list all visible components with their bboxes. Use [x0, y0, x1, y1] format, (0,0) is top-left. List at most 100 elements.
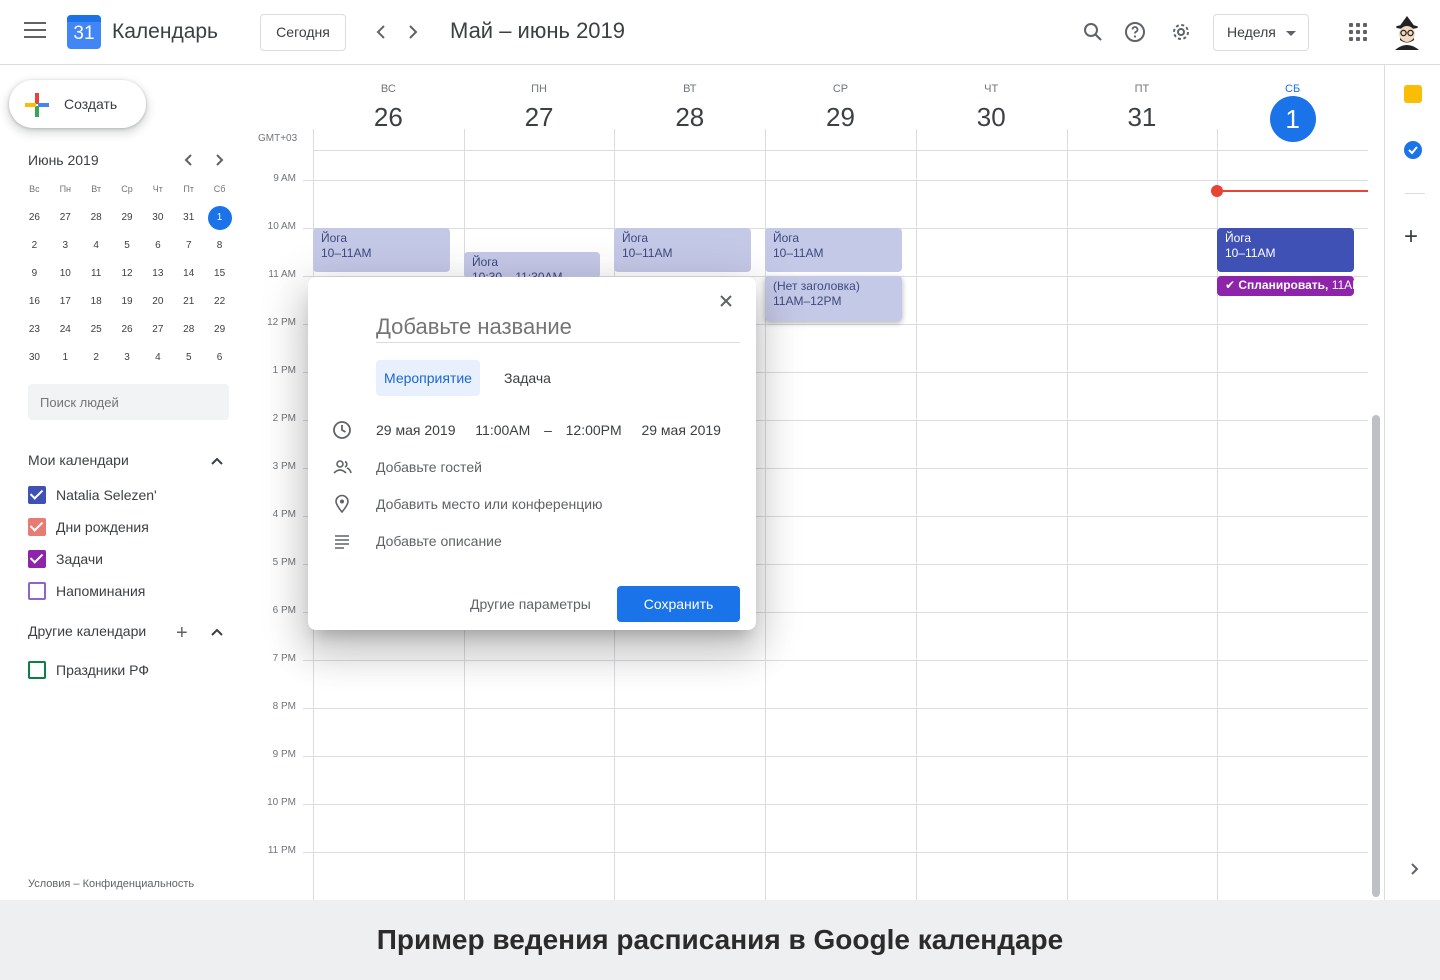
mini-calendar-day[interactable]: 14 — [173, 262, 204, 290]
end-date[interactable]: 29 мая 2019 — [641, 422, 721, 438]
apps-icon[interactable] — [1349, 23, 1367, 41]
mini-calendar-day-number: 28 — [183, 324, 195, 335]
search-icon[interactable] — [1081, 20, 1105, 44]
mini-calendar-day[interactable]: 22 — [204, 290, 235, 318]
people-search-input[interactable] — [28, 384, 229, 420]
mini-calendar-day[interactable]: 5 — [173, 346, 204, 374]
more-options-button[interactable]: Другие параметры — [460, 586, 601, 622]
calendar-label: Дни рождения — [56, 519, 149, 535]
event-yoga-sat[interactable]: Йога 10–11AM — [1217, 228, 1354, 272]
tab-task[interactable]: Задача — [496, 360, 559, 396]
mini-calendar-day[interactable]: 4 — [142, 346, 173, 374]
mini-calendar-day[interactable]: 11 — [81, 262, 112, 290]
mini-calendar-day[interactable]: 25 — [81, 318, 112, 346]
tab-event[interactable]: Мероприятие — [376, 360, 480, 396]
date-time-row[interactable]: 29 мая 2019 11:00AM – 12:00PM 29 мая 201… — [376, 422, 721, 438]
event-yoga-tue[interactable]: Йога 10–11AM — [614, 228, 751, 272]
mini-calendar-day[interactable]: 23 — [19, 318, 50, 346]
mini-calendar-day[interactable]: 2 — [19, 234, 50, 262]
mini-calendar-day[interactable]: 5 — [112, 234, 143, 262]
grid-scrollbar[interactable] — [1372, 415, 1380, 897]
add-description-field[interactable]: Добавьте описание — [376, 533, 502, 549]
event-yoga-sun[interactable]: Йога 10–11AM — [313, 228, 450, 272]
avatar[interactable] — [1391, 14, 1423, 50]
mini-calendar-day[interactable]: 12 — [112, 262, 143, 290]
mini-calendar-day[interactable]: 30 — [142, 206, 173, 234]
start-date[interactable]: 29 мая 2019 — [376, 422, 456, 438]
mini-calendar-day[interactable]: 8 — [204, 234, 235, 262]
mini-calendar-day[interactable]: 28 — [81, 206, 112, 234]
mini-next-button[interactable] — [209, 150, 229, 175]
mini-calendar-day[interactable]: 1 — [204, 206, 235, 234]
add-guests-field[interactable]: Добавьте гостей — [376, 459, 482, 475]
view-dropdown[interactable]: Неделя — [1213, 14, 1309, 51]
help-icon[interactable] — [1123, 20, 1147, 44]
save-button[interactable]: Сохранить — [617, 586, 740, 622]
mini-calendar-day[interactable]: 3 — [112, 346, 143, 374]
mini-calendar-day[interactable]: 27 — [142, 318, 173, 346]
add-location-field[interactable]: Добавить место или конференцию — [376, 496, 603, 512]
menu-icon[interactable] — [24, 22, 46, 42]
mini-calendar-day-number: 29 — [214, 324, 226, 335]
mini-calendar-day[interactable]: 31 — [173, 206, 204, 234]
calendar-checkbox[interactable] — [28, 486, 46, 504]
mini-calendar-day[interactable]: 26 — [112, 318, 143, 346]
other-calendars-title[interactable]: Другие календари — [28, 623, 146, 639]
calendar-checkbox[interactable] — [28, 582, 46, 600]
calendar-checkbox[interactable] — [28, 661, 46, 679]
mini-calendar-day[interactable]: 16 — [19, 290, 50, 318]
my-calendars-title[interactable]: Мои календари — [28, 452, 129, 468]
mini-calendar-day[interactable]: 18 — [81, 290, 112, 318]
mini-calendar-day[interactable]: 1 — [50, 346, 81, 374]
create-button[interactable]: Создать — [9, 80, 146, 128]
mini-calendar-day[interactable]: 29 — [112, 206, 143, 234]
next-week-button[interactable] — [401, 20, 425, 44]
mini-calendar-day[interactable]: 29 — [204, 318, 235, 346]
keep-icon[interactable] — [1404, 85, 1422, 103]
mini-calendar-day[interactable]: 17 — [50, 290, 81, 318]
mini-calendar-day[interactable]: 27 — [50, 206, 81, 234]
today-button[interactable]: Сегодня — [260, 14, 346, 51]
event-title: Йога — [773, 231, 800, 245]
event-title-input[interactable] — [376, 311, 740, 343]
add-calendar-plus-icon[interactable]: + — [176, 622, 188, 645]
mini-calendar-day[interactable]: 28 — [173, 318, 204, 346]
event-yoga-wed[interactable]: Йога 10–11AM — [765, 228, 902, 272]
mini-calendar-day[interactable]: 30 — [19, 346, 50, 374]
mini-calendar-day[interactable]: 6 — [142, 234, 173, 262]
calendar-checkbox[interactable] — [28, 518, 46, 536]
mini-calendar-day[interactable]: 15 — [204, 262, 235, 290]
expand-panel-chevron-icon[interactable] — [1407, 860, 1421, 881]
add-addon-plus-icon[interactable]: + — [1404, 225, 1418, 249]
mini-calendar-day[interactable]: 10 — [50, 262, 81, 290]
mini-calendar-day[interactable]: 4 — [81, 234, 112, 262]
mini-calendar-day[interactable]: 26 — [19, 206, 50, 234]
chevron-up-icon[interactable] — [211, 455, 223, 467]
calendar-checkbox[interactable] — [28, 550, 46, 568]
divider — [1405, 193, 1425, 194]
mini-prev-button[interactable] — [179, 150, 199, 175]
event-untitled-draft[interactable]: (Нет заголовка) 11AM–12PM — [765, 276, 902, 321]
mini-calendar-day[interactable]: 21 — [173, 290, 204, 318]
mini-calendar-day[interactable]: 19 — [112, 290, 143, 318]
mini-calendar-day[interactable]: 2 — [81, 346, 112, 374]
settings-icon[interactable] — [1169, 20, 1193, 44]
close-icon[interactable] — [716, 291, 736, 311]
start-time[interactable]: 11:00AM — [475, 422, 530, 438]
chevron-up-icon[interactable] — [211, 626, 223, 638]
mini-calendar-day[interactable]: 9 — [19, 262, 50, 290]
mini-calendar-day[interactable]: 7 — [173, 234, 204, 262]
tasks-icon[interactable] — [1404, 141, 1422, 159]
terms-privacy-links[interactable]: Условия – Конфиденциальность — [28, 878, 194, 890]
calendar-logo-icon[interactable]: 31 — [67, 15, 101, 49]
time-dash: – — [544, 422, 552, 438]
mini-calendar-day[interactable]: 20 — [142, 290, 173, 318]
mini-calendar-day[interactable]: 13 — [142, 262, 173, 290]
mini-calendar-day[interactable]: 24 — [50, 318, 81, 346]
task-plan[interactable]: ✔ Спланировать, 11AM — [1217, 276, 1354, 296]
event-yoga-mon[interactable]: Йога 10:30 – 11:30AM — [464, 252, 600, 278]
mini-calendar-day[interactable]: 6 — [204, 346, 235, 374]
prev-week-button[interactable] — [369, 20, 393, 44]
end-time[interactable]: 12:00PM — [566, 422, 622, 438]
mini-calendar-day[interactable]: 3 — [50, 234, 81, 262]
